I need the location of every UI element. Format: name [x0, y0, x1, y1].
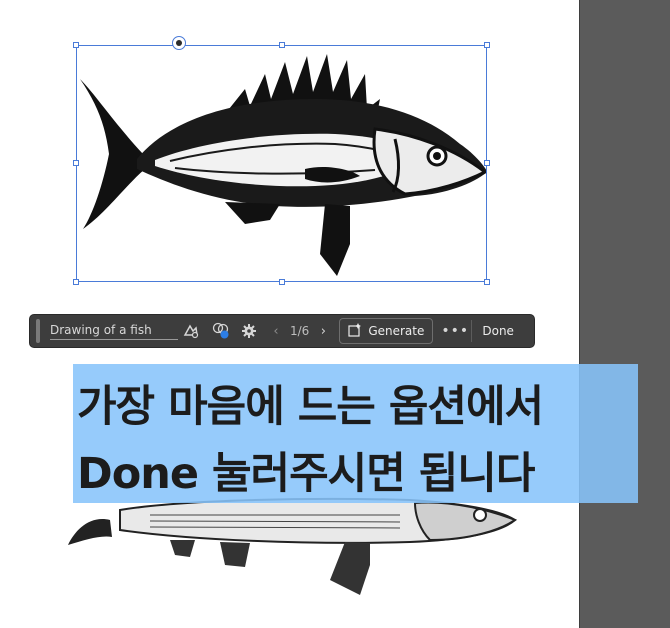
generate-sparkle-icon [348, 322, 362, 340]
done-button[interactable]: Done [482, 324, 514, 338]
more-icon[interactable]: ••• [441, 323, 468, 339]
pasteboard [579, 0, 670, 628]
resize-handle-top-right[interactable] [484, 42, 490, 48]
variant-pager: ‹ 1/6 › [268, 324, 331, 339]
resize-handle-bottom[interactable] [279, 279, 285, 285]
prompt-input[interactable]: Drawing of a fish [50, 323, 178, 340]
resize-handle-top-left[interactable] [73, 42, 79, 48]
generate-label: Generate [368, 324, 425, 338]
selection-bounding-box[interactable] [76, 45, 487, 282]
page-indicator: 1/6 [290, 324, 310, 338]
rotate-handle-icon[interactable] [172, 36, 186, 50]
settings-gear-icon[interactable] [238, 320, 260, 342]
caption-line-2: Done 눌러주시면 됩니다 [77, 449, 535, 499]
resize-handle-bottom-right[interactable] [484, 279, 490, 285]
caption-line-1: 가장 마음에 드는 옵션에서 [77, 382, 544, 432]
color-variants-icon[interactable] [210, 320, 232, 342]
chevron-left-icon[interactable]: ‹ [268, 324, 284, 339]
resize-handle-right[interactable] [484, 160, 490, 166]
contextual-task-bar: Drawing of a fish ‹ 1/6 › Generate ••• D… [29, 314, 535, 348]
generate-button[interactable]: Generate [339, 318, 434, 344]
resize-handle-top[interactable] [279, 42, 285, 48]
caption-overlay: 가장 마음에 드는 옵션에서 Done 눌러주시면 됩니다 [73, 364, 638, 503]
toolbar-divider [471, 320, 473, 342]
chevron-right-icon[interactable]: › [315, 324, 331, 339]
grip-handle-icon[interactable] [36, 319, 40, 343]
style-reference-icon[interactable] [180, 320, 202, 342]
resize-handle-bottom-left[interactable] [73, 279, 79, 285]
resize-handle-left[interactable] [73, 160, 79, 166]
